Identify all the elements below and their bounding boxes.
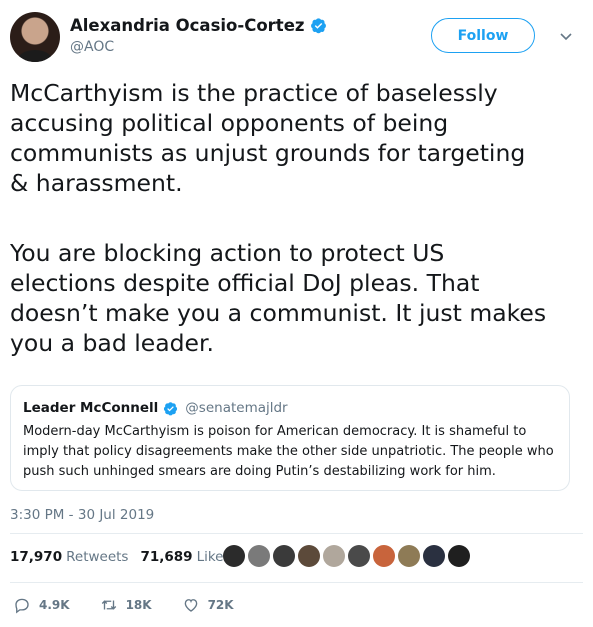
liker-avatar[interactable] [298, 545, 320, 567]
liker-avatar[interactable] [323, 545, 345, 567]
liker-avatar[interactable] [348, 545, 370, 567]
liker-avatar[interactable] [273, 545, 295, 567]
liker-avatar[interactable] [373, 545, 395, 567]
quoted-tweet[interactable]: Leader McConnell @senatemajldr Modern-da… [10, 385, 570, 491]
divider [10, 533, 583, 534]
liker-avatar[interactable] [398, 545, 420, 567]
quoted-tweet-header: Leader McConnell @senatemajldr [23, 400, 288, 416]
reply-button[interactable]: 4.9K [13, 596, 70, 614]
reply-icon [15, 598, 29, 614]
quoted-tweet-text: Modern-day McCarthyism is poison for Ame… [23, 424, 554, 479]
chevron-down-icon[interactable] [558, 28, 574, 44]
retweets-count[interactable]: 17,970 [10, 549, 62, 565]
verified-badge-icon [164, 401, 178, 415]
liker-avatar[interactable] [223, 545, 245, 567]
liker-avatar[interactable] [423, 545, 445, 567]
follow-button[interactable]: Follow [431, 18, 535, 53]
author-handle[interactable]: @AOC [70, 39, 327, 55]
quoted-author-handle: @senatemajldr [185, 400, 288, 416]
retweets-label[interactable]: Retweets [66, 549, 128, 565]
verified-badge-icon [310, 18, 326, 34]
author-block: Alexandria Ocasio-Cortez @AOC [70, 16, 327, 55]
author-name[interactable]: Alexandria Ocasio-Cortez [70, 16, 305, 35]
retweet-count: 18K [125, 598, 152, 612]
avatar[interactable] [10, 12, 60, 62]
like-count: 72K [207, 598, 234, 612]
tweet-stats: 17,970 Retweets 71,689 Likes [10, 549, 243, 565]
likes-count[interactable]: 71,689 [140, 549, 192, 565]
liker-avatars [223, 545, 470, 567]
tweet-text-paragraph-2: You are blocking action to protect US el… [10, 239, 547, 357]
tweet-actions: 4.9K 18K 72K [13, 596, 264, 614]
divider [10, 582, 583, 583]
heart-icon [184, 599, 197, 612]
liker-avatar[interactable] [248, 545, 270, 567]
liker-avatar[interactable] [448, 545, 470, 567]
author-name-row[interactable]: Alexandria Ocasio-Cortez [70, 16, 327, 35]
tweet-timestamp[interactable]: 3:30 PM - 30 Jul 2019 [10, 507, 154, 523]
quoted-author-name: Leader McConnell [23, 400, 159, 416]
retweet-icon [101, 600, 116, 610]
tweet-text-paragraph-1: McCarthyism is the practice of baselessl… [10, 79, 526, 197]
reply-count: 4.9K [39, 598, 70, 612]
tweet-header: Alexandria Ocasio-Cortez @AOC Follow [10, 12, 583, 64]
retweet-button[interactable]: 18K [100, 596, 152, 614]
like-button[interactable]: 72K [182, 596, 234, 614]
